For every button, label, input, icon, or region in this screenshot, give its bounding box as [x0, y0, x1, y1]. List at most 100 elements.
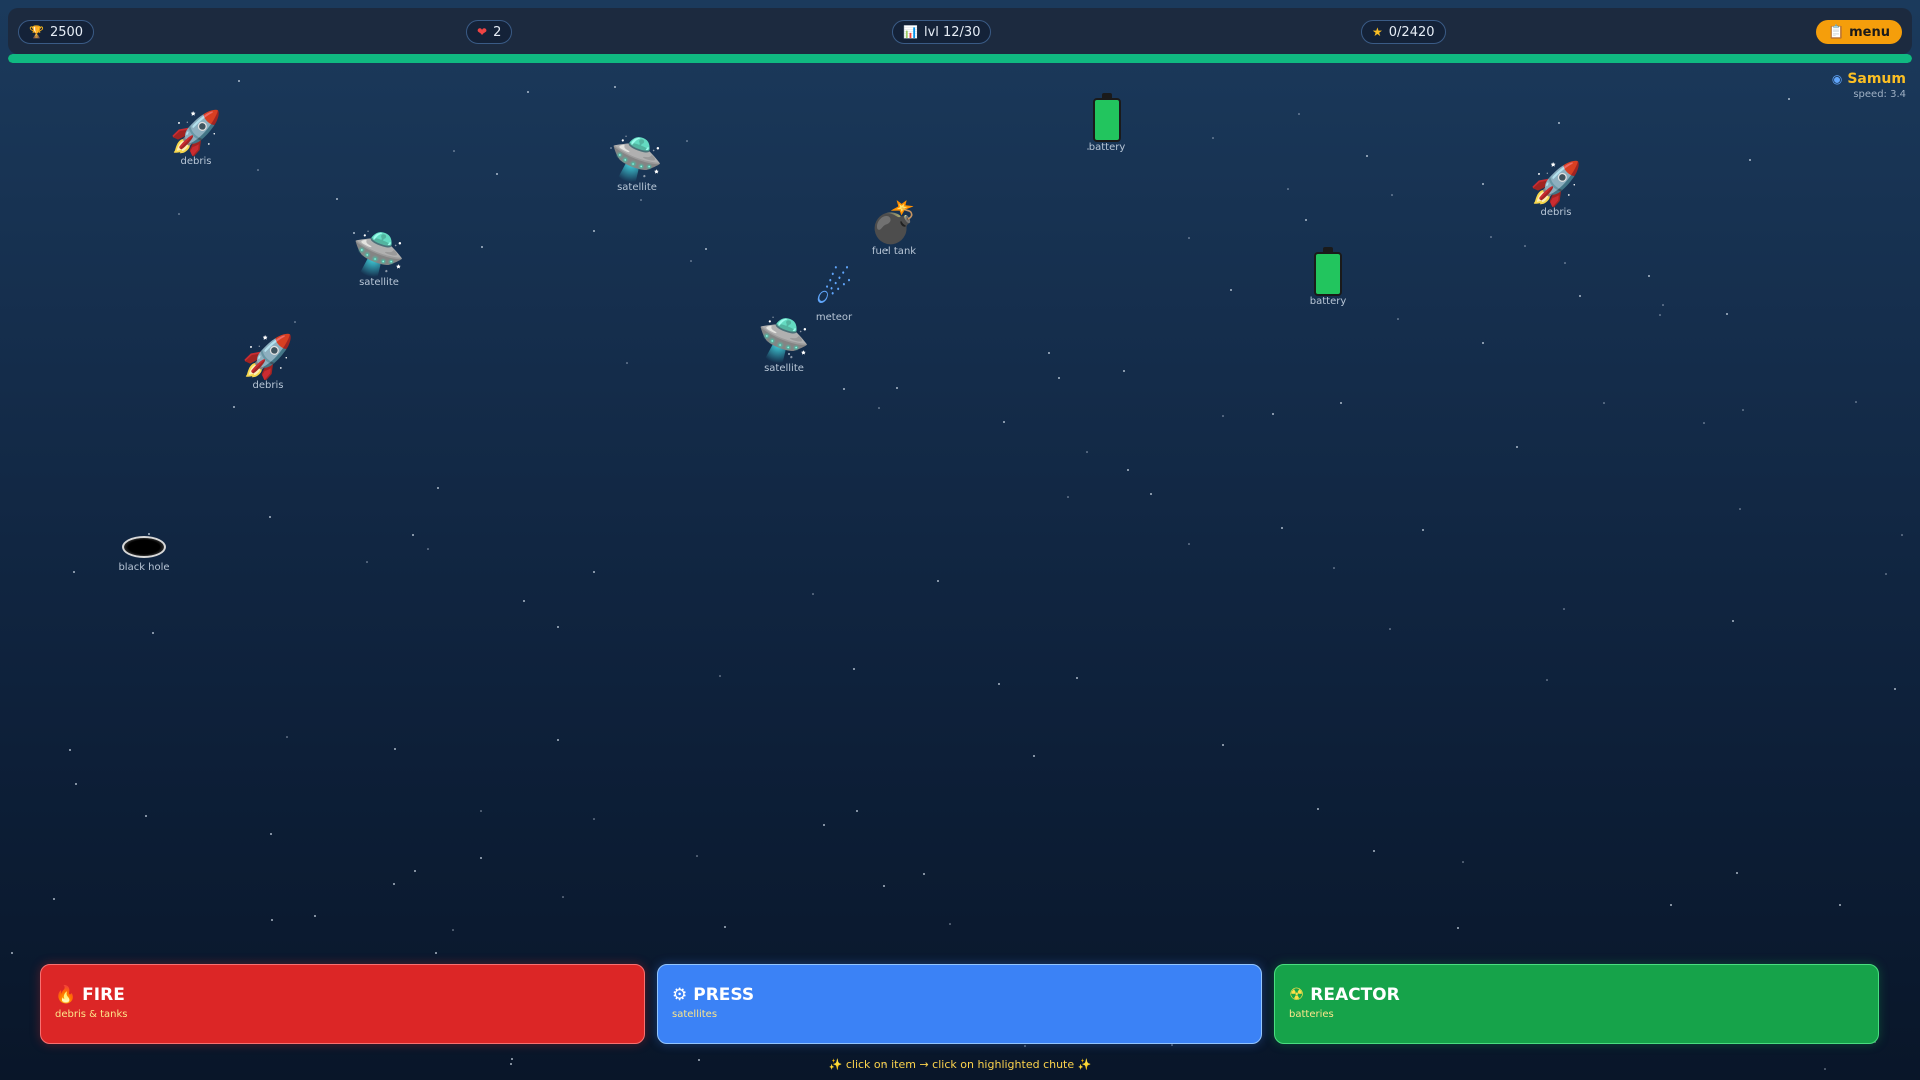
chute-press[interactable]: ⚙ PRESS satellites: [657, 964, 1262, 1044]
star-dot: [1397, 318, 1399, 320]
space-item-debris[interactable]: 🚀 debris: [156, 108, 236, 167]
star-dot: [1067, 496, 1069, 498]
star-dot: [1024, 1045, 1026, 1047]
star-dot: [1076, 677, 1078, 679]
item-label: debris: [180, 156, 212, 167]
star-dot: [1546, 679, 1548, 681]
star-dot: [923, 873, 925, 875]
star-dot: [1457, 927, 1459, 929]
item-label: black hole: [118, 562, 170, 573]
item-label: satellite: [359, 277, 399, 288]
star-dot: [238, 80, 240, 82]
ufo-icon: 🛸: [757, 315, 811, 364]
star-dot: [614, 86, 616, 88]
player-speed: speed: 3.4: [1853, 89, 1906, 100]
star-dot: [393, 883, 395, 885]
star-dot: [1482, 342, 1484, 344]
star-dot: [453, 150, 455, 152]
space-item-satellite[interactable]: 🛸 satellite: [597, 134, 677, 193]
menu-button[interactable]: 📋 menu: [1815, 20, 1902, 44]
star-dot: [336, 198, 338, 200]
star-dot: [1703, 422, 1705, 424]
star-dot: [286, 736, 288, 738]
space-item-battery[interactable]: battery: [1288, 247, 1368, 307]
heart-icon: ❤: [477, 25, 488, 39]
hud-bar: 🏆 2500 ❤ 2 📊 lvl 12/30 ★ 0/2420 📋 menu: [8, 8, 1912, 54]
ufo-icon: 🛸: [610, 134, 664, 183]
star-dot: [1391, 194, 1393, 196]
star-dot: [593, 230, 595, 232]
chute-fire[interactable]: 🔥 FIRE debris & tanks: [40, 964, 645, 1044]
rocket-icon: 🚀: [241, 332, 295, 381]
star-dot: [719, 675, 721, 677]
star-dot: [1033, 755, 1035, 757]
chute-title: 🔥 FIRE: [55, 985, 630, 1005]
star-dot: [1212, 137, 1214, 139]
space-item-satellite[interactable]: 🛸 satellite: [744, 315, 824, 374]
star-dot: [1272, 413, 1274, 415]
star-dot: [314, 915, 316, 917]
star-dot: [496, 173, 498, 175]
star-dot: [1188, 543, 1190, 545]
star-dot: [557, 626, 559, 628]
star-dot: [856, 810, 858, 812]
rocket-icon: 🚀: [169, 108, 223, 157]
stars-pill: ★ 0/2420: [1361, 20, 1446, 44]
chute-reactor[interactable]: ☢ REACTOR batteries: [1274, 964, 1879, 1044]
item-label: debris: [252, 380, 284, 391]
item-label: battery: [1088, 142, 1126, 153]
star-dot: [593, 571, 595, 573]
space-item-satellite[interactable]: 🛸 satellite: [339, 229, 419, 288]
star-dot: [270, 833, 272, 835]
star-dot: [1490, 236, 1492, 238]
star-dot: [705, 248, 707, 250]
item-label: satellite: [617, 182, 657, 193]
star-dot: [686, 140, 688, 142]
star-dot: [1885, 573, 1887, 575]
chute-fire-title: FIRE: [82, 985, 125, 1005]
star-dot: [53, 898, 55, 900]
flame-icon: 🔥: [55, 985, 77, 1005]
star-dot: [896, 387, 898, 389]
ufo-icon: 🛸: [352, 229, 406, 278]
space-item-battery[interactable]: battery: [1067, 93, 1147, 153]
star-dot: [883, 885, 885, 887]
star-dot: [1003, 421, 1005, 423]
star-dot: [233, 406, 235, 408]
space-item-debris[interactable]: 🚀 debris: [228, 332, 308, 391]
space-item-debris[interactable]: 🚀 debris: [1516, 159, 1596, 218]
chute-title: ⚙ PRESS: [672, 985, 1247, 1005]
space-item-black-hole[interactable]: black hole: [104, 520, 184, 573]
star-dot: [178, 213, 180, 215]
gear-icon: ⚙: [672, 985, 688, 1005]
star-dot: [1058, 377, 1060, 379]
star-dot: [1222, 744, 1224, 746]
item-label: fuel tank: [871, 246, 917, 257]
star-dot: [1340, 402, 1342, 404]
star-dot: [690, 260, 692, 262]
star-dot: [1188, 237, 1190, 239]
star-dot: [481, 246, 483, 248]
star-dot: [412, 534, 414, 536]
star-dot: [1373, 850, 1375, 852]
chart-icon: 📊: [903, 25, 918, 39]
star-dot: [949, 923, 951, 925]
star-dot: [1366, 155, 1368, 157]
star-dot: [843, 388, 845, 390]
star-dot: [1287, 188, 1289, 190]
star-dot: [427, 548, 429, 550]
space-item-fuel-tank[interactable]: 💣 fuel tank: [854, 198, 934, 257]
star-dot: [152, 632, 154, 634]
lives-pill: ❤ 2: [466, 20, 513, 44]
star-dot: [1222, 415, 1224, 417]
player-info: ◉ Samum speed: 3.4: [1832, 71, 1906, 100]
star-dot: [812, 593, 814, 595]
star-dot: [366, 561, 368, 563]
score-value: 2500: [49, 24, 84, 40]
star-dot: [593, 818, 595, 820]
star-dot: [1123, 370, 1125, 372]
star-dot: [523, 600, 525, 602]
player-name-row: ◉ Samum: [1832, 71, 1906, 87]
star-dot: [1333, 567, 1335, 569]
lives-value: 2: [493, 24, 502, 40]
